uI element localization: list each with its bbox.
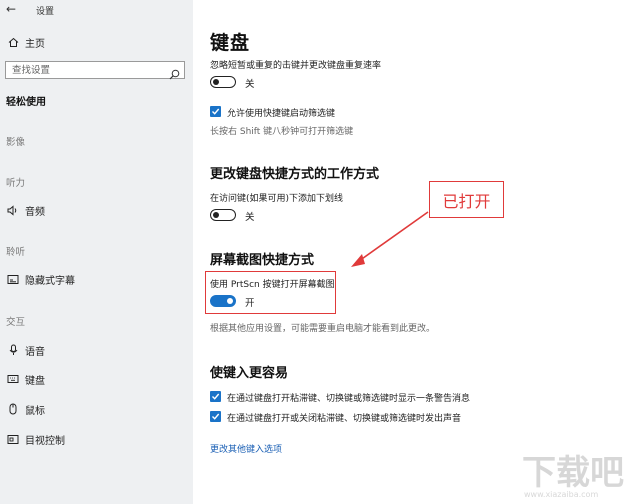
restart-hint: 根据其他应用设置，可能需要重启电脑才能看到此更改。 [210,324,436,334]
underline-access-keys-toggle[interactable] [210,209,236,221]
prtscn-toggle-state: 开 [245,298,255,309]
sidebar-item-audio[interactable]: 音频 [6,201,45,219]
watermark-logo-icon: 下载吧 www.xiazaiba.com [522,453,624,499]
filter-shortcut-checkbox[interactable] [210,106,221,117]
sidebar: ← 设置 主页 轻松使用 影像 听力 音频 聆听 [0,0,193,504]
sidebar-item-label: 主页 [25,38,45,50]
watermark-url: www.xiazaiba.com [524,490,598,499]
checkmark-icon [212,108,220,115]
current-category: 轻松使用 [6,97,46,108]
main-content: 键盘 忽略短暂或重复的击键并更改键盘重复速率 关 允许使用快捷键启动筛选键 长按… [193,0,642,504]
captions-icon [6,272,20,286]
filter-shortcut-label: 允许使用快捷键启动筛选键 [227,109,336,119]
sidebar-item-label: 目视控制 [25,435,65,447]
search-icon[interactable] [169,65,180,80]
underline-toggle-state: 关 [245,212,255,223]
sidebar-item-label: 音频 [25,206,45,218]
settings-window: ← 设置 主页 轻松使用 影像 听力 音频 聆听 [0,0,642,504]
sidebar-item-label: 鼠标 [25,405,45,417]
sidebar-item-captions[interactable]: 隐藏式字幕 [6,270,75,288]
sidebar-item-home[interactable]: 主页 [6,33,45,51]
sidebar-item-keyboard[interactable]: 键盘 [6,370,45,388]
sound-checkbox[interactable] [210,411,221,422]
underline-access-keys-description: 在访问键(如果可用)下添加下划线 [210,194,344,204]
section-heading-hearing: 听力 [6,178,26,189]
title-bar: ← 设置 [0,0,193,20]
sidebar-item-label: 语音 [25,346,45,358]
sound-label: 在通过键盘打开或关闭粘滞键、切换键或筛选键时发出声音 [227,414,462,424]
watermark-text: 下载吧 [522,453,624,493]
prtscn-description: 使用 PrtScn 按键打开屏幕截图 [210,280,335,290]
watermark-logo: 下载吧 www.xiazaiba.com [518,444,636,500]
filter-keys-toggle[interactable] [210,76,236,88]
sidebar-item-speech[interactable]: 语音 [6,341,45,359]
search-input[interactable] [12,63,162,77]
sidebar-item-mouse[interactable]: 鼠标 [6,400,45,418]
search-box[interactable] [5,61,185,80]
window-title: 设置 [36,7,55,17]
annotation-callout: 已打开 [429,181,504,218]
toggle-knob [227,297,233,304]
back-arrow-icon[interactable]: ← [6,2,22,16]
screenshot-section-heading: 屏幕截图快捷方式 [210,253,315,268]
checkmark-icon [212,393,220,400]
warning-message-label: 在通过键盘打开粘滞键、切换键或筛选键时显示一条警告消息 [227,394,471,404]
sidebar-item-label: 隐藏式字幕 [25,275,75,287]
microphone-icon [6,343,20,357]
speaker-icon [6,203,20,217]
mouse-icon [6,402,20,416]
sidebar-item-label: 键盘 [25,375,45,387]
home-icon [6,35,20,49]
filter-shortcut-hint: 长按右 Shift 键八秒钟可打开筛选键 [210,127,354,137]
prtscn-toggle[interactable] [210,295,236,307]
checkmark-icon [212,413,220,420]
toggle-knob [213,78,219,85]
page-title: 键盘 [210,32,251,54]
section-heading-listen: 聆听 [6,247,26,258]
section-heading-interaction: 交互 [6,317,26,328]
eye-control-icon [6,432,20,446]
shortcut-section-heading: 更改键盘快捷方式的工作方式 [210,167,380,182]
toggle-knob [213,211,219,218]
keyboard-icon [6,372,20,386]
more-typing-options-link[interactable]: 更改其他键入选项 [210,442,282,455]
typing-section-heading: 使键入更容易 [210,366,289,381]
warning-message-checkbox[interactable] [210,391,221,402]
filter-keys-description: 忽略短暂或重复的击键并更改键盘重复速率 [210,61,382,71]
sidebar-item-eye-control[interactable]: 目视控制 [6,430,65,448]
filter-keys-toggle-state: 关 [245,79,255,90]
section-heading-vision: 影像 [6,137,26,148]
